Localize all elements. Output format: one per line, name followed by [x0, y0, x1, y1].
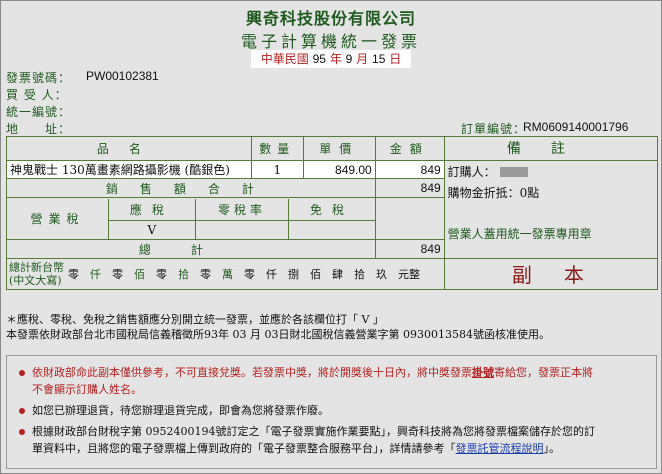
- item-name: 神鬼戰士 130萬畫素網路攝影機 (酷銀色): [6, 159, 252, 180]
- ntd-unit: 零: [68, 267, 79, 281]
- date-month: 9: [345, 52, 353, 66]
- discount-text: 購物金折抵：0點: [447, 185, 540, 200]
- buyer-label: 買 受 人：: [6, 88, 68, 102]
- tax-id-label: 統一編號：: [6, 105, 72, 119]
- taxable-mark: V: [108, 220, 196, 239]
- col-item-header: 品名: [6, 136, 252, 161]
- notice-item-1: 依財政部命此副本僅供參考，不可直接兌獎。若發票中獎，將於開獎後十日內，將中獎發票…: [19, 364, 593, 381]
- note-approval: 本發票依財政部台北市國稅局信義稽徵所93年 03 月 03日財北國稅信義營業字第…: [6, 328, 550, 341]
- notice-box: 依財政部命此副本僅供參考，不可直接兌獎。若發票中獎，將於開獎後十日內，將中獎發票…: [6, 355, 657, 469]
- invoice-page: 興奇科技股份有限公司 電子計算機統一發票 中華民國 95 年 9 月 15 日 …: [0, 0, 662, 474]
- invoice-no: PW00102381: [86, 69, 159, 83]
- date-era: 中華民國: [260, 52, 309, 66]
- exempt-label: 免稅: [288, 198, 375, 222]
- date-year: 95: [312, 52, 326, 66]
- item-price: 849.00: [302, 159, 376, 180]
- ntd-unit: 元整: [398, 267, 420, 281]
- zero-tax-label: 零稅率: [195, 198, 290, 222]
- date-day-label: 日: [389, 52, 402, 66]
- tax-section: 營業稅 應稅 零稅率 免稅 V: [6, 196, 376, 241]
- ntd-unit: 零: [156, 267, 167, 281]
- remark-cell: 訂購人： 購物金折抵：0點 營業人蓋用統一發票專用章: [443, 159, 659, 259]
- ntd-unit: 捌: [288, 267, 299, 281]
- stamp-label: 營業人蓋用統一發票專用章: [447, 226, 592, 241]
- ntd-unit: 肆: [332, 267, 343, 281]
- item-amount: 849: [374, 159, 445, 180]
- note-tax-marking: ＊應稅、零稅、免稅之銷售額應分別開立統一發票，並應於各該欄位打「 V 」: [6, 313, 384, 326]
- ntd-unit: 仟: [90, 267, 101, 281]
- company-name: 興奇科技股份有限公司: [245, 9, 416, 28]
- ntd-unit: 仟: [266, 267, 277, 281]
- tax-label: 營業稅: [7, 198, 109, 239]
- sales-total-label: 銷售額合計: [6, 178, 376, 198]
- ntd-units: 零仟零佰零拾零萬零仟捌佰肆拾玖元整: [68, 266, 420, 282]
- exempt-value: [289, 221, 375, 239]
- order-no: RM0609140001796: [523, 120, 629, 134]
- bullet-icon: [19, 370, 25, 376]
- ntd-unit: 拾: [354, 267, 365, 281]
- bullet-icon: [19, 429, 25, 435]
- notice-1-registered: 掛號: [472, 366, 494, 379]
- bullet-icon: [19, 408, 25, 414]
- date-month-label: 月: [356, 52, 369, 66]
- ntd-unit: 佰: [134, 267, 145, 281]
- escrow-process-link[interactable]: 發票託管流程說明: [456, 442, 544, 455]
- notice-3-line-2: 單資料中，且將您的電子發票檔上傳到政府的「電子發票整合服務平台」，詳情請參考「發…: [32, 440, 560, 457]
- notice-3-text-b: 單資料中，且將您的電子發票檔上傳到政府的「電子發票整合服務平台」，詳情請參考「: [32, 442, 456, 455]
- notice-item-3: 根據財政部台財稅字第 0952400194號訂定之「電子發票實施作業要點」，興奇…: [19, 423, 595, 440]
- orderer-label: 訂購人：: [447, 164, 496, 179]
- ntd-label-2: (中文大寫): [9, 273, 62, 287]
- notice-1-text-c: 寄給您，發票正本將: [494, 366, 593, 379]
- ntd-unit: 零: [200, 267, 211, 281]
- ntd-amount-row: 總計新台幣 (中文大寫) 零仟零佰零拾零萬零仟捌佰肆拾玖元整: [6, 257, 445, 291]
- notice-1-text-a: 依財政部命此副本僅供參考，不可直接兌獎。若發票中獎，將於開獎後十日內，將中獎發票: [32, 366, 472, 379]
- item-qty: 1: [250, 159, 304, 180]
- date-year-label: 年: [329, 52, 342, 66]
- grand-total: 849: [374, 239, 445, 259]
- order-no-label: 訂單編號：: [461, 122, 527, 136]
- ntd-label-1: 總計新台幣: [9, 260, 64, 274]
- invoice-no-label: 發票號碼：: [6, 71, 72, 85]
- invoice-title: 電子計算機統一發票: [240, 32, 421, 51]
- ntd-unit: 玖: [376, 267, 387, 281]
- address-label: 地 址：: [6, 122, 72, 136]
- invoice-date: 中華民國 95 年 9 月 15 日: [251, 50, 411, 68]
- ntd-unit: 拾: [178, 267, 189, 281]
- col-qty-header: 數量: [250, 136, 304, 161]
- col-amount-header: 金額: [374, 136, 445, 161]
- date-day: 15: [372, 52, 386, 66]
- notice-2-text: 如您已辦理退貨，待您辦理退貨完成，即會為您將發票作廢。: [32, 404, 329, 417]
- notice-3-text-a: 根據財政部台財稅字第 0952400194號訂定之「電子發票實施作業要點」，興奇…: [32, 425, 595, 438]
- tax-amount: [374, 196, 445, 241]
- ntd-unit: 零: [112, 267, 123, 281]
- notice-item-2: 如您已辦理退貨，待您辦理退貨完成，即會為您將發票作廢。: [19, 402, 329, 419]
- notice-3-text-c: 」。: [543, 442, 561, 455]
- grand-total-label: 總計: [6, 239, 376, 259]
- col-remark-header: 備註: [443, 136, 659, 161]
- copy-stamp: 副 本: [443, 257, 659, 291]
- ntd-unit: 零: [244, 267, 255, 281]
- ntd-unit: 萬: [222, 267, 233, 281]
- invoice-table: 品名 數量 單價 金額 備註 神鬼戰士 130萬畫素網路攝影機 (酷銀色) 1 …: [6, 136, 659, 291]
- zero-tax-value: [195, 220, 290, 239]
- ntd-unit: 佰: [310, 267, 321, 281]
- sales-total: 849: [374, 178, 445, 198]
- col-price-header: 單價: [302, 136, 376, 161]
- notice-1-text-d: 不會顯示訂購人姓名。: [32, 383, 142, 396]
- orderer-name-blurred: [499, 167, 528, 178]
- taxable-label: 應稅: [108, 198, 196, 222]
